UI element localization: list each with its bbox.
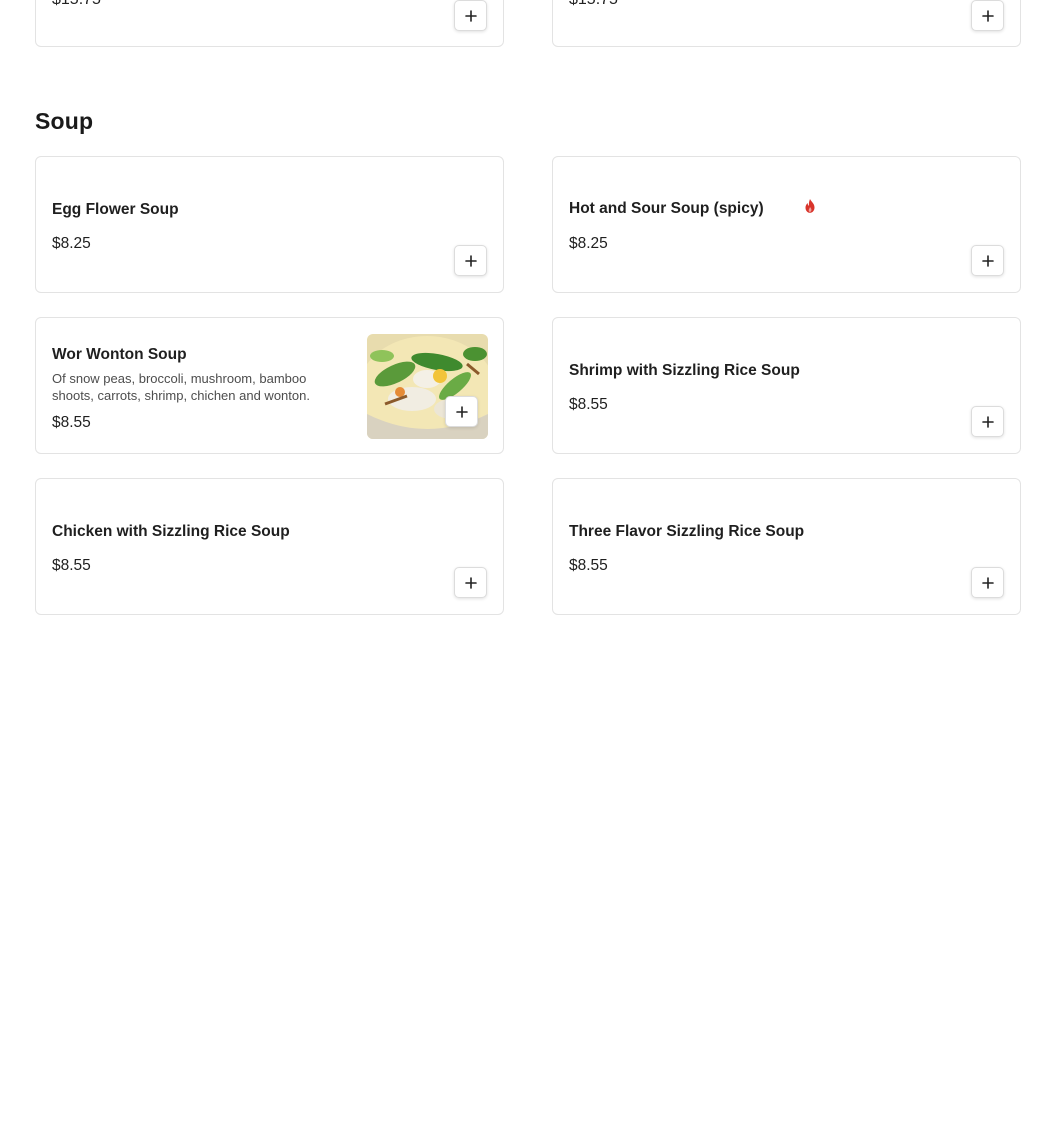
item-price: $15.75 (52, 0, 101, 9)
menu-item-card[interactable]: Chicken with Sizzling Rice Soup $8.55 (35, 478, 504, 615)
item-name: Three Flavor Sizzling Rice Soup (569, 523, 805, 540)
plus-icon (464, 9, 477, 22)
menu-item-card[interactable]: Hot and Sour Soup (spicy) $8.25 (552, 156, 1021, 293)
add-item-button[interactable] (971, 406, 1004, 437)
menu-item-card[interactable]: Three Flavor Sizzling Rice Soup $8.55 (552, 478, 1021, 615)
menu-page: $15.75 $15.75 Soup Egg Flower Soup $8.25… (0, 0, 1050, 1136)
item-price: $8.55 (52, 557, 91, 574)
add-item-button[interactable] (971, 567, 1004, 598)
soup-photo[interactable] (367, 334, 488, 439)
item-name: Egg Flower Soup (52, 201, 179, 218)
item-price: $8.25 (52, 235, 91, 252)
item-price: $8.25 (569, 235, 608, 252)
menu-item-card-prev-right[interactable]: $15.75 (552, 0, 1021, 47)
plus-icon (464, 254, 477, 267)
plus-icon (464, 576, 477, 589)
plus-icon (455, 405, 468, 418)
menu-item-card[interactable]: Wor Wonton Soup Of snow peas, broccoli, … (35, 317, 504, 454)
item-price: $8.55 (569, 557, 608, 574)
menu-item-card[interactable]: Shrimp with Sizzling Rice Soup $8.55 (552, 317, 1021, 454)
item-name: Wor Wonton Soup (52, 346, 187, 363)
add-item-button[interactable] (454, 0, 487, 31)
add-item-button[interactable] (445, 396, 478, 427)
item-name: Shrimp with Sizzling Rice Soup (569, 362, 800, 379)
spicy-flame-icon (805, 199, 815, 213)
add-item-button[interactable] (454, 245, 487, 276)
item-name: Chicken with Sizzling Rice Soup (52, 523, 290, 540)
add-item-button[interactable] (454, 567, 487, 598)
item-description: Of snow peas, broccoli, mushroom, bamboo… (52, 371, 310, 403)
plus-icon (981, 576, 994, 589)
plus-icon (981, 415, 994, 428)
plus-icon (981, 254, 994, 267)
add-item-button[interactable] (971, 245, 1004, 276)
item-price: $15.75 (569, 0, 618, 9)
plus-icon (981, 9, 994, 22)
item-price: $8.55 (52, 414, 91, 431)
item-price: $8.55 (569, 396, 608, 413)
add-item-button[interactable] (971, 0, 1004, 31)
menu-item-card[interactable]: Egg Flower Soup $8.25 (35, 156, 504, 293)
section-title: Soup (35, 108, 94, 134)
item-name: Hot and Sour Soup (spicy) (569, 200, 764, 217)
menu-item-card-prev-left[interactable]: $15.75 (35, 0, 504, 47)
